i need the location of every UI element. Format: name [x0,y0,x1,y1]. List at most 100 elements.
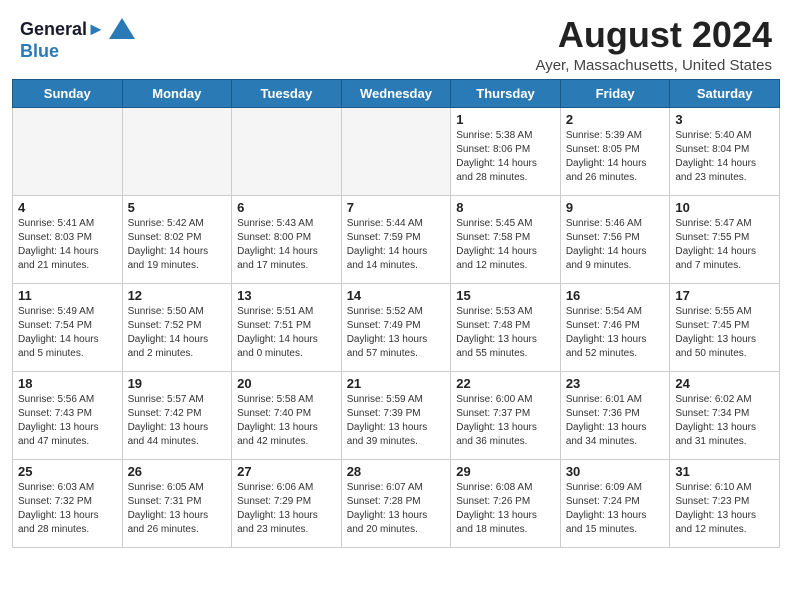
cal-cell: 10 Sunrise: 5:47 AM Sunset: 7:55 PM Dayli… [670,195,780,283]
day-number: 16 [566,288,665,303]
cal-cell: 25 Sunrise: 6:03 AM Sunset: 7:32 PM Dayli… [13,459,123,547]
cell-info: Sunrise: 5:59 AM Sunset: 7:39 PM Dayligh… [347,393,446,449]
day-number: 12 [128,288,227,303]
cal-cell: 29 Sunrise: 6:08 AM Sunset: 7:26 PM Dayli… [451,459,561,547]
cal-cell [232,107,342,195]
week-row-5: 25 Sunrise: 6:03 AM Sunset: 7:32 PM Dayli… [13,459,780,547]
cal-cell: 1 Sunrise: 5:38 AM Sunset: 8:06 PM Daylig… [451,107,561,195]
cal-cell: 27 Sunrise: 6:06 AM Sunset: 7:29 PM Dayli… [232,459,342,547]
day-number: 27 [237,464,336,479]
location-subtitle: Ayer, Massachusetts, United States [535,57,772,74]
cell-info: Sunrise: 5:46 AM Sunset: 7:56 PM Dayligh… [566,217,665,273]
cal-cell: 26Sunrise: 6:05 AM Sunset: 7:31 PM Dayli… [122,459,232,547]
cal-cell: 5 Sunrise: 5:42 AM Sunset: 8:02 PM Daylig… [122,195,232,283]
cal-cell [122,107,232,195]
day-number: 31 [675,464,774,479]
day-header-wednesday: Wednesday [341,79,451,107]
cal-cell: 3Sunrise: 5:40 AM Sunset: 8:04 PM Daylig… [670,107,780,195]
cell-info: Sunrise: 6:06 AM Sunset: 7:29 PM Dayligh… [237,481,336,537]
cal-cell [341,107,451,195]
cal-cell: 12 Sunrise: 5:50 AM Sunset: 7:52 PM Dayli… [122,283,232,371]
day-number: 4 [18,200,117,215]
title-block: August 2024 Ayer, Massachusetts, United … [535,15,772,74]
day-number: 6 [237,200,336,215]
cell-info: Sunrise: 5:39 AM Sunset: 8:05 PM Dayligh… [566,129,665,185]
day-number: 2 [566,112,665,127]
day-number: 9 [566,200,665,215]
day-number: 26 [128,464,227,479]
day-number: 20 [237,376,336,391]
day-number: 17 [675,288,774,303]
cell-info: Sunrise: 5:54 AM Sunset: 7:46 PM Dayligh… [566,305,665,361]
day-number: 10 [675,200,774,215]
cell-info: Sunrise: 6:09 AM Sunset: 7:24 PM Dayligh… [566,481,665,537]
cell-info: Sunrise: 5:50 AM Sunset: 7:52 PM Dayligh… [128,305,227,361]
cell-info: Sunrise: 5:41 AM Sunset: 8:03 PM Dayligh… [18,217,117,273]
cell-info: Sunrise: 5:42 AM Sunset: 8:02 PM Dayligh… [128,217,227,273]
day-header-row: SundayMondayTuesdayWednesdayThursdayFrid… [13,79,780,107]
day-number: 21 [347,376,446,391]
day-number: 24 [675,376,774,391]
logo-text: General► [20,20,105,40]
day-header-saturday: Saturday [670,79,780,107]
day-header-sunday: Sunday [13,79,123,107]
logo: General► Blue [20,15,137,62]
cal-cell: 18 Sunrise: 5:56 AM Sunset: 7:43 PM Dayli… [13,371,123,459]
day-header-monday: Monday [122,79,232,107]
day-header-tuesday: Tuesday [232,79,342,107]
cal-cell: 31 Sunrise: 6:10 AM Sunset: 7:23 PM Dayli… [670,459,780,547]
week-row-4: 18 Sunrise: 5:56 AM Sunset: 7:43 PM Dayli… [13,371,780,459]
day-number: 8 [456,200,555,215]
day-header-friday: Friday [560,79,670,107]
month-title: August 2024 [535,15,772,55]
day-number: 18 [18,376,117,391]
cal-cell: 28 Sunrise: 6:07 AM Sunset: 7:28 PM Dayli… [341,459,451,547]
cell-info: Sunrise: 6:01 AM Sunset: 7:36 PM Dayligh… [566,393,665,449]
cal-cell: 9 Sunrise: 5:46 AM Sunset: 7:56 PM Daylig… [560,195,670,283]
day-number: 29 [456,464,555,479]
week-row-2: 4 Sunrise: 5:41 AM Sunset: 8:03 PM Daylig… [13,195,780,283]
cell-info: Sunrise: 5:51 AM Sunset: 7:51 PM Dayligh… [237,305,336,361]
cal-cell: 19Sunrise: 5:57 AM Sunset: 7:42 PM Dayli… [122,371,232,459]
day-number: 22 [456,376,555,391]
day-number: 3 [675,112,774,127]
cal-cell: 2 Sunrise: 5:39 AM Sunset: 8:05 PM Daylig… [560,107,670,195]
day-number: 28 [347,464,446,479]
cell-info: Sunrise: 5:52 AM Sunset: 7:49 PM Dayligh… [347,305,446,361]
day-header-thursday: Thursday [451,79,561,107]
day-number: 25 [18,464,117,479]
day-number: 1 [456,112,555,127]
calendar-wrapper: SundayMondayTuesdayWednesdayThursdayFrid… [0,79,792,560]
logo-icon [107,15,137,45]
day-number: 23 [566,376,665,391]
cell-info: Sunrise: 5:55 AM Sunset: 7:45 PM Dayligh… [675,305,774,361]
day-number: 14 [347,288,446,303]
day-number: 11 [18,288,117,303]
calendar-table: SundayMondayTuesdayWednesdayThursdayFrid… [12,79,780,548]
week-row-1: 1 Sunrise: 5:38 AM Sunset: 8:06 PM Daylig… [13,107,780,195]
cell-info: Sunrise: 6:08 AM Sunset: 7:26 PM Dayligh… [456,481,555,537]
cell-info: Sunrise: 6:02 AM Sunset: 7:34 PM Dayligh… [675,393,774,449]
cal-cell: 15Sunrise: 5:53 AM Sunset: 7:48 PM Dayli… [451,283,561,371]
cal-cell: 22Sunrise: 6:00 AM Sunset: 7:37 PM Dayli… [451,371,561,459]
cell-info: Sunrise: 5:47 AM Sunset: 7:55 PM Dayligh… [675,217,774,273]
cell-info: Sunrise: 6:10 AM Sunset: 7:23 PM Dayligh… [675,481,774,537]
day-number: 5 [128,200,227,215]
cell-info: Sunrise: 5:49 AM Sunset: 7:54 PM Dayligh… [18,305,117,361]
day-number: 19 [128,376,227,391]
page-header: General► Blue August 2024 Ayer, Massachu… [0,0,792,79]
day-number: 7 [347,200,446,215]
cell-info: Sunrise: 5:56 AM Sunset: 7:43 PM Dayligh… [18,393,117,449]
cal-cell: 17 Sunrise: 5:55 AM Sunset: 7:45 PM Dayli… [670,283,780,371]
cal-cell: 20Sunrise: 5:58 AM Sunset: 7:40 PM Dayli… [232,371,342,459]
cal-cell [13,107,123,195]
cal-cell: 4 Sunrise: 5:41 AM Sunset: 8:03 PM Daylig… [13,195,123,283]
cell-info: Sunrise: 6:03 AM Sunset: 7:32 PM Dayligh… [18,481,117,537]
cal-cell: 7Sunrise: 5:44 AM Sunset: 7:59 PM Daylig… [341,195,451,283]
cell-info: Sunrise: 5:38 AM Sunset: 8:06 PM Dayligh… [456,129,555,185]
cell-info: Sunrise: 6:07 AM Sunset: 7:28 PM Dayligh… [347,481,446,537]
cal-cell: 13Sunrise: 5:51 AM Sunset: 7:51 PM Dayli… [232,283,342,371]
cal-cell: 24 Sunrise: 6:02 AM Sunset: 7:34 PM Dayli… [670,371,780,459]
cal-cell: 8Sunrise: 5:45 AM Sunset: 7:58 PM Daylig… [451,195,561,283]
cal-cell: 21 Sunrise: 5:59 AM Sunset: 7:39 PM Dayli… [341,371,451,459]
